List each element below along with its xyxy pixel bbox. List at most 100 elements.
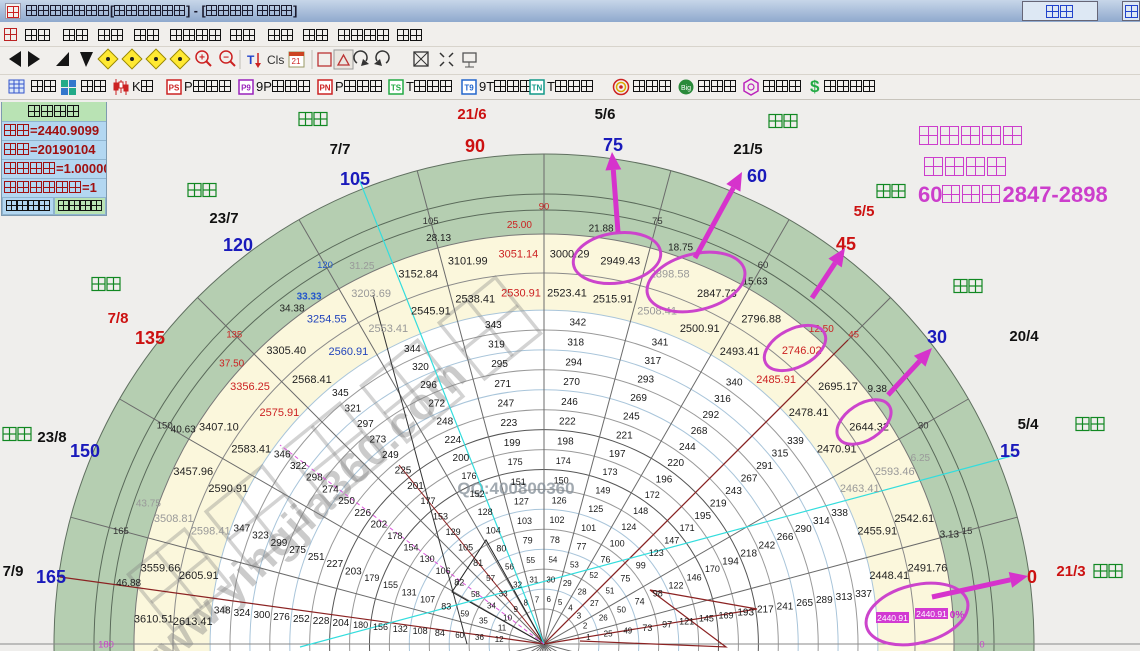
svg-text:203: 203 [345, 566, 362, 577]
svg-text:49: 49 [623, 627, 632, 636]
svg-text:0: 0 [979, 639, 984, 650]
svg-text:151: 151 [511, 477, 526, 487]
svg-text:32: 32 [513, 581, 522, 590]
svg-text:2593.46: 2593.46 [875, 466, 915, 478]
svg-text:106: 106 [436, 566, 451, 576]
svg-text:2605.91: 2605.91 [179, 570, 219, 582]
svg-text:4: 4 [568, 603, 573, 612]
svg-text:15: 15 [962, 526, 973, 537]
svg-text:123: 123 [649, 548, 664, 558]
svg-text:222: 222 [559, 417, 576, 428]
svg-text:TS: TS [391, 84, 402, 93]
svg-text:292: 292 [702, 410, 719, 421]
svg-text:316: 316 [714, 394, 731, 405]
svg-text:172: 172 [645, 490, 660, 500]
svg-text:3101.99: 3101.99 [448, 255, 488, 267]
svg-text:165: 165 [113, 526, 129, 537]
svg-text:12: 12 [495, 635, 504, 644]
svg-text:11: 11 [498, 624, 507, 633]
svg-text:124: 124 [621, 522, 636, 532]
svg-text:194: 194 [722, 556, 739, 567]
svg-text:148: 148 [633, 506, 648, 516]
svg-text:204: 204 [333, 618, 350, 629]
svg-text:7/7: 7/7 [330, 141, 351, 158]
svg-text:36: 36 [475, 633, 484, 642]
svg-text:299: 299 [271, 538, 288, 549]
svg-text:29: 29 [563, 579, 572, 588]
svg-text:169: 169 [718, 610, 733, 620]
svg-text:84: 84 [435, 628, 445, 638]
svg-text:2455.91: 2455.91 [857, 526, 897, 538]
svg-text:1: 1 [586, 633, 591, 642]
svg-text:154: 154 [403, 543, 418, 553]
svg-text:53: 53 [570, 561, 579, 570]
svg-text:3508.81: 3508.81 [154, 513, 194, 525]
svg-text:2463.41: 2463.41 [840, 483, 880, 495]
svg-text:25: 25 [604, 630, 613, 639]
svg-text:156: 156 [373, 622, 388, 632]
svg-text:243: 243 [725, 486, 742, 497]
svg-text:132: 132 [393, 624, 408, 634]
svg-text:3254.55: 3254.55 [307, 314, 347, 326]
svg-text:2491.76: 2491.76 [908, 563, 948, 575]
svg-text:128: 128 [478, 507, 493, 517]
svg-text:2500.91: 2500.91 [680, 323, 720, 335]
svg-text:34.38: 34.38 [279, 304, 304, 315]
svg-text:Big: Big [681, 85, 691, 92]
svg-text:321: 321 [345, 404, 362, 415]
svg-text:180: 180 [98, 639, 114, 650]
svg-text:2530.91: 2530.91 [501, 288, 541, 300]
svg-text:78: 78 [550, 535, 560, 545]
svg-text:27: 27 [590, 599, 599, 608]
svg-text:59: 59 [460, 609, 469, 618]
svg-text:273: 273 [370, 434, 387, 445]
svg-text:266: 266 [777, 532, 794, 543]
svg-text:6.25: 6.25 [911, 453, 931, 464]
svg-text:74: 74 [635, 597, 645, 607]
svg-text:5/4: 5/4 [1018, 416, 1040, 433]
svg-text:174: 174 [556, 456, 571, 466]
svg-text:165: 165 [36, 567, 66, 587]
svg-text:196: 196 [656, 474, 673, 485]
svg-text:PS: PS [169, 84, 180, 93]
svg-text:227: 227 [326, 559, 343, 570]
svg-text:2949.43: 2949.43 [600, 255, 640, 267]
svg-text:98: 98 [653, 589, 663, 599]
svg-text:21: 21 [292, 57, 301, 66]
svg-text:2538.41: 2538.41 [455, 294, 495, 306]
svg-text:245: 245 [623, 412, 640, 423]
svg-text:18.75: 18.75 [668, 242, 693, 253]
svg-text:150: 150 [554, 476, 569, 486]
svg-text:60: 60 [758, 260, 769, 271]
svg-text:121: 121 [679, 617, 694, 627]
svg-text:21/6: 21/6 [457, 106, 486, 123]
svg-text:272: 272 [428, 398, 445, 409]
svg-text:21/3: 21/3 [1056, 563, 1085, 580]
svg-text:346: 346 [274, 449, 291, 460]
svg-text:201: 201 [407, 481, 424, 492]
svg-text:122: 122 [668, 580, 683, 590]
svg-text:242: 242 [759, 540, 776, 551]
svg-text:223: 223 [501, 418, 518, 429]
svg-text:130: 130 [420, 554, 435, 564]
svg-text:2553.41: 2553.41 [368, 323, 408, 335]
svg-text:75: 75 [620, 573, 630, 583]
svg-text:314: 314 [813, 516, 830, 527]
svg-text:295: 295 [491, 359, 508, 370]
svg-text:199: 199 [504, 438, 521, 449]
svg-text:50: 50 [617, 605, 626, 614]
svg-text:271: 271 [494, 379, 511, 390]
svg-text:2613.41: 2613.41 [173, 616, 213, 628]
svg-text:269: 269 [630, 393, 647, 404]
svg-text:337: 337 [855, 589, 872, 600]
svg-text:35: 35 [479, 617, 488, 626]
svg-text:52: 52 [589, 571, 598, 580]
svg-text:45: 45 [848, 330, 859, 341]
svg-text:125: 125 [588, 504, 603, 514]
svg-text:296: 296 [420, 380, 437, 391]
svg-text:219: 219 [710, 499, 727, 510]
svg-text:218: 218 [740, 548, 757, 559]
svg-text:76: 76 [600, 554, 610, 564]
svg-text:135: 135 [135, 328, 165, 348]
svg-text:2583.41: 2583.41 [231, 443, 271, 455]
